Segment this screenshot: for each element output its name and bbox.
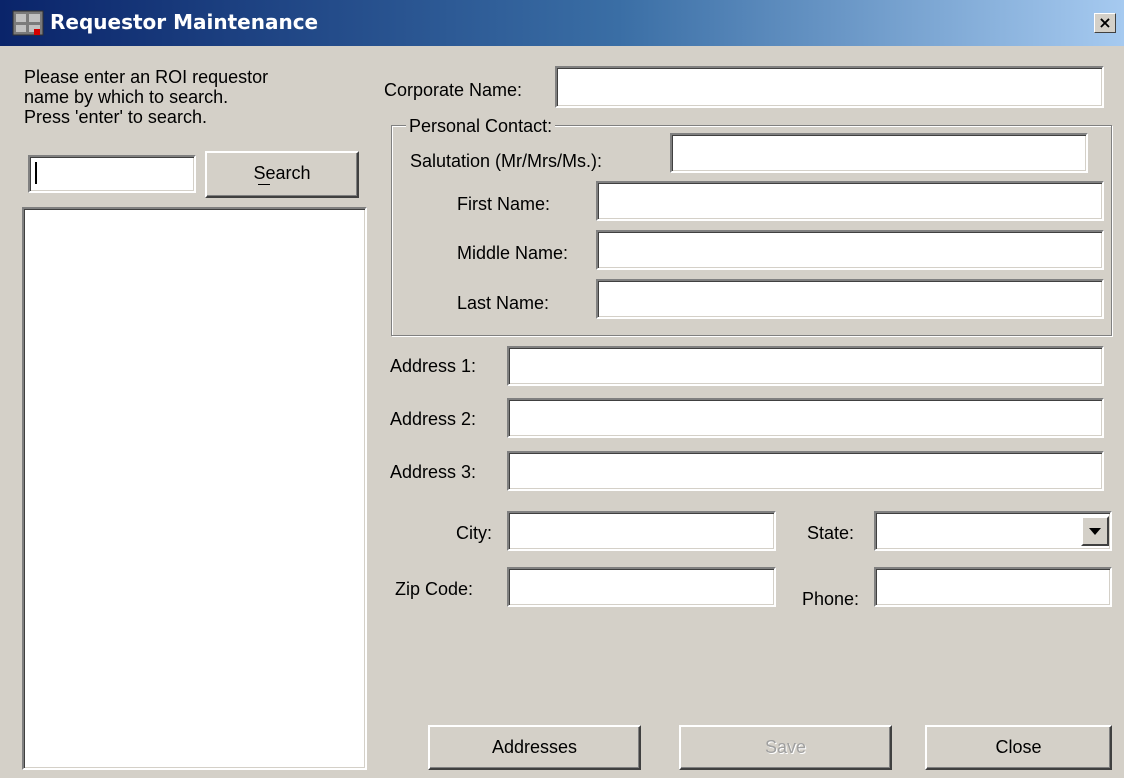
app-icon — [12, 10, 44, 36]
search-mnemonic-underline — [258, 184, 270, 185]
address-3-field[interactable] — [507, 451, 1104, 491]
title-bar: Requestor Maintenance × — [0, 0, 1124, 46]
save-button[interactable]: Save — [679, 725, 892, 770]
last-name-field[interactable] — [596, 279, 1104, 319]
close-window-button[interactable]: × — [1094, 13, 1116, 33]
text-caret — [35, 162, 37, 184]
search-input[interactable] — [28, 155, 196, 193]
search-button[interactable]: Search — [205, 151, 359, 198]
search-instructions-line-1: Please enter an ROI requestor — [24, 67, 269, 87]
state-dropdown-button[interactable] — [1081, 516, 1109, 546]
address-2-label: Address 2: — [390, 409, 477, 429]
zip-code-label: Zip Code: — [395, 579, 474, 599]
middle-name-field[interactable] — [596, 230, 1104, 270]
chevron-down-icon — [1089, 528, 1101, 535]
address-3-label: Address 3: — [390, 462, 477, 482]
last-name-label: Last Name: — [457, 293, 550, 313]
city-field[interactable] — [507, 511, 776, 551]
phone-label: Phone: — [802, 589, 860, 609]
state-label: State: — [807, 523, 855, 543]
search-instructions-line-3: Press 'enter' to search. — [24, 107, 207, 127]
search-results-list[interactable] — [22, 207, 367, 770]
window-title: Requestor Maintenance — [50, 10, 319, 34]
salutation-label: Salutation (Mr/Mrs/Ms.): — [410, 151, 603, 171]
first-name-label: First Name: — [457, 194, 551, 214]
address-2-field[interactable] — [507, 398, 1104, 438]
state-select[interactable] — [874, 511, 1112, 551]
corporate-name-label: Corporate Name: — [384, 80, 523, 100]
phone-field[interactable] — [874, 567, 1112, 607]
search-button-label: Search — [253, 163, 311, 183]
zip-code-field[interactable] — [507, 567, 776, 607]
address-1-field[interactable] — [507, 346, 1104, 386]
corporate-name-field[interactable] — [555, 66, 1104, 108]
middle-name-label: Middle Name: — [457, 243, 569, 263]
city-label: City: — [456, 523, 492, 543]
close-button[interactable]: Close — [925, 725, 1112, 770]
personal-contact-legend: Personal Contact: — [406, 115, 556, 137]
address-1-label: Address 1: — [390, 356, 477, 376]
first-name-field[interactable] — [596, 181, 1104, 221]
salutation-field[interactable] — [670, 133, 1088, 173]
search-instructions-line-2: name by which to search. — [24, 87, 229, 107]
addresses-button[interactable]: Addresses — [428, 725, 641, 770]
